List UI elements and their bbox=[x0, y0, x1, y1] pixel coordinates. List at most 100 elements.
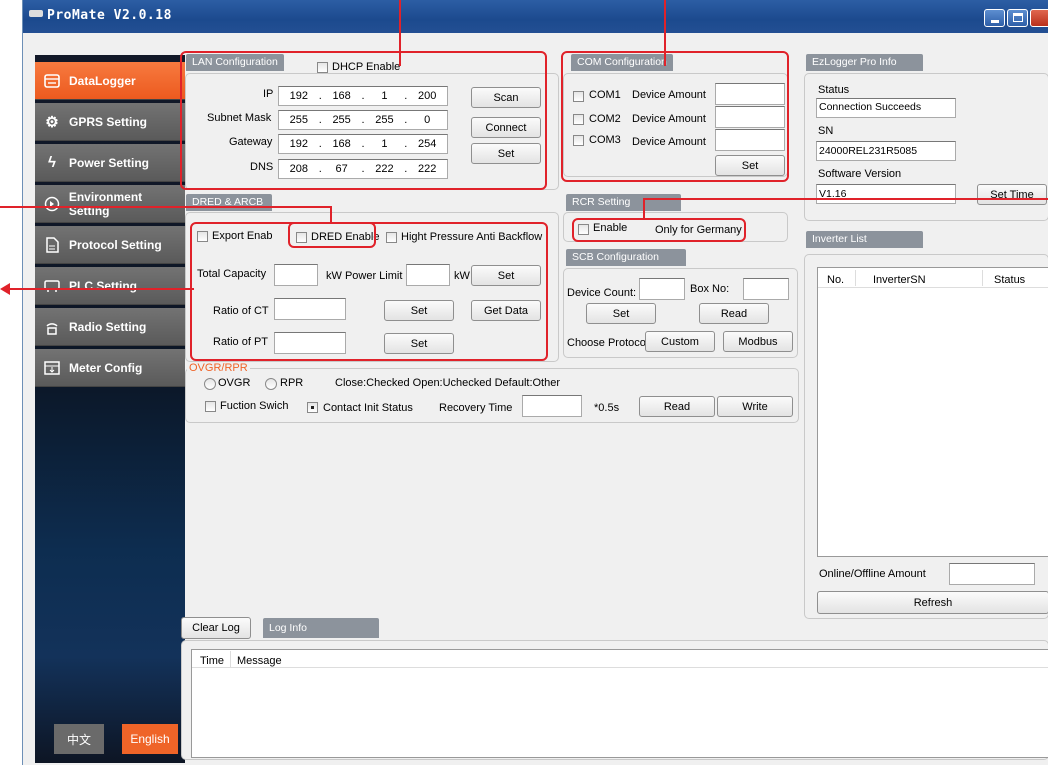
annotation-box-rcr bbox=[572, 218, 746, 242]
column-divider bbox=[982, 270, 983, 286]
gear-icon: ⚙ bbox=[45, 113, 59, 131]
sidebar-item-label: Protocol Setting bbox=[69, 237, 162, 252]
datalogger-icon bbox=[43, 72, 61, 90]
annotation-box-lan bbox=[180, 51, 547, 190]
window-title: ProMate V2.0.18 bbox=[29, 8, 172, 23]
window-title-text: ProMate V2.0.18 bbox=[47, 8, 172, 23]
meter-icon bbox=[43, 359, 61, 377]
software-version-label: Software Version bbox=[818, 168, 902, 180]
log-info-tab[interactable]: Log Info bbox=[263, 618, 379, 638]
annotation-line-dhcp bbox=[399, 0, 401, 66]
annotation-box-dred-enable bbox=[288, 222, 376, 248]
column-header-message[interactable]: Message bbox=[237, 655, 282, 667]
column-divider bbox=[855, 270, 856, 286]
contact-init-checkbox[interactable] bbox=[307, 402, 318, 413]
annotation-box-com bbox=[561, 51, 789, 182]
status-label: Status bbox=[818, 84, 850, 96]
column-header-status[interactable]: Status bbox=[994, 274, 1025, 286]
ovgr-radio[interactable] bbox=[204, 378, 216, 390]
column-header-inverter-sn[interactable]: InverterSN bbox=[873, 274, 926, 286]
online-offline-label: Online/Offline Amount bbox=[819, 568, 926, 580]
sidebar-item-meter[interactable]: Meter Config bbox=[35, 349, 185, 387]
ovgr-hint-label: Close:Checked Open:Uchecked Default:Othe… bbox=[335, 377, 561, 389]
column-header-time[interactable]: Time bbox=[200, 655, 224, 667]
sidebar-item-label: Environment Setting bbox=[68, 189, 143, 218]
annotation-line-com bbox=[664, 0, 666, 66]
status-value: Connection Succeeds bbox=[816, 98, 956, 118]
annotation-line-dred-h bbox=[0, 206, 332, 208]
software-version-value: V1.16 bbox=[816, 184, 956, 204]
annotation-line-rcr-h bbox=[643, 198, 1048, 200]
minimize-button[interactable] bbox=[984, 9, 1005, 27]
sidebar-item-radio[interactable]: Radio Setting bbox=[35, 308, 185, 346]
annotation-line-rcr-v bbox=[643, 198, 645, 220]
device-count-label: Device Count: bbox=[567, 287, 637, 299]
rcr-setting-tab: RCR Setting bbox=[566, 194, 681, 211]
title-bar[interactable]: ProMate V2.0.18 bbox=[23, 0, 1048, 33]
box-no-label: Box No: bbox=[690, 283, 730, 295]
dred-arcb-tab: DRED & ARCB bbox=[186, 194, 272, 211]
device-count-input[interactable] bbox=[639, 278, 685, 300]
sidebar-item-power[interactable]: ϟ Power Setting bbox=[35, 144, 185, 182]
maximize-icon bbox=[1013, 13, 1023, 22]
modbus-protocol-button[interactable]: Modbus bbox=[723, 331, 793, 352]
function-switch-label: Fuction Swich bbox=[220, 400, 289, 412]
plc-icon bbox=[43, 277, 61, 295]
sn-label: SN bbox=[818, 125, 834, 137]
ezlogger-info-tab: EzLogger Pro Info bbox=[806, 54, 923, 71]
sidebar: DataLogger ⚙ GPRS Setting ϟ Power Settin… bbox=[35, 55, 185, 763]
app-icon bbox=[29, 10, 43, 17]
refresh-button[interactable]: Refresh bbox=[817, 591, 1048, 614]
maximize-button[interactable] bbox=[1007, 9, 1028, 27]
radio-icon bbox=[43, 318, 61, 336]
annotation-arrow-icon bbox=[0, 283, 10, 295]
log-table-header: Time Message bbox=[192, 650, 1048, 668]
inverter-list-tab: Inverter List bbox=[806, 231, 923, 248]
scb-read-button[interactable]: Read bbox=[699, 303, 769, 324]
custom-protocol-button[interactable]: Custom bbox=[645, 331, 715, 352]
sidebar-item-label: Radio Setting bbox=[69, 319, 147, 334]
scb-config-tab: SCB Configuration bbox=[566, 249, 686, 266]
box-no-input[interactable] bbox=[743, 278, 789, 300]
scb-set-button[interactable]: Set bbox=[586, 303, 656, 324]
sidebar-item-label: PLC Setting bbox=[69, 278, 137, 293]
checkbox-dot bbox=[311, 406, 314, 409]
sn-value: 24000REL231R5085 bbox=[816, 141, 956, 161]
annotation-line-dred-v bbox=[330, 206, 332, 224]
sidebar-item-datalogger[interactable]: DataLogger bbox=[35, 62, 185, 100]
sidebar-item-environment[interactable]: Environment Setting bbox=[35, 185, 185, 223]
lang-zh-button[interactable]: 中文 bbox=[54, 724, 104, 754]
log-table[interactable]: Time Message bbox=[191, 649, 1048, 758]
recovery-unit-label: *0.5s bbox=[594, 402, 620, 414]
sidebar-item-protocol[interactable]: Protocol Setting bbox=[35, 226, 185, 264]
choose-protocol-label: Choose Protoco bbox=[567, 337, 646, 349]
function-switch-checkbox[interactable] bbox=[205, 401, 216, 412]
recovery-time-label: Recovery Time bbox=[439, 402, 513, 414]
set-time-button[interactable]: Set Time bbox=[977, 184, 1047, 205]
sidebar-item-label: Meter Config bbox=[69, 360, 143, 375]
annotation-line-export bbox=[8, 288, 194, 290]
contact-init-label: Contact Init Status bbox=[323, 402, 413, 414]
inverter-table-header: No. InverterSN Status bbox=[818, 268, 1048, 288]
document-icon bbox=[43, 236, 61, 254]
close-button[interactable] bbox=[1030, 9, 1048, 27]
ovgr-write-button[interactable]: Write bbox=[717, 396, 793, 417]
minimize-icon bbox=[991, 20, 999, 23]
online-offline-value bbox=[949, 563, 1035, 585]
rpr-radio[interactable] bbox=[265, 378, 277, 390]
clear-log-button[interactable]: Clear Log bbox=[181, 617, 251, 639]
sidebar-item-gprs[interactable]: ⚙ GPRS Setting bbox=[35, 103, 185, 141]
recovery-time-input[interactable] bbox=[522, 395, 582, 417]
ovgr-radio-label: OVGR bbox=[218, 377, 251, 389]
inverter-table[interactable]: No. InverterSN Status bbox=[817, 267, 1048, 557]
sidebar-item-label: DataLogger bbox=[69, 73, 136, 88]
power-icon: ϟ bbox=[48, 154, 56, 171]
rpr-radio-label: RPR bbox=[280, 377, 304, 389]
sidebar-item-label: GPRS Setting bbox=[69, 114, 148, 129]
sidebar-item-plc[interactable]: PLC Setting bbox=[35, 267, 185, 305]
ovgr-read-button[interactable]: Read bbox=[639, 396, 715, 417]
environment-icon bbox=[43, 195, 61, 213]
column-header-no[interactable]: No. bbox=[827, 274, 844, 286]
lang-en-button[interactable]: English bbox=[122, 724, 178, 754]
ovgr-rpr-title: OVGR/RPR bbox=[187, 362, 250, 374]
